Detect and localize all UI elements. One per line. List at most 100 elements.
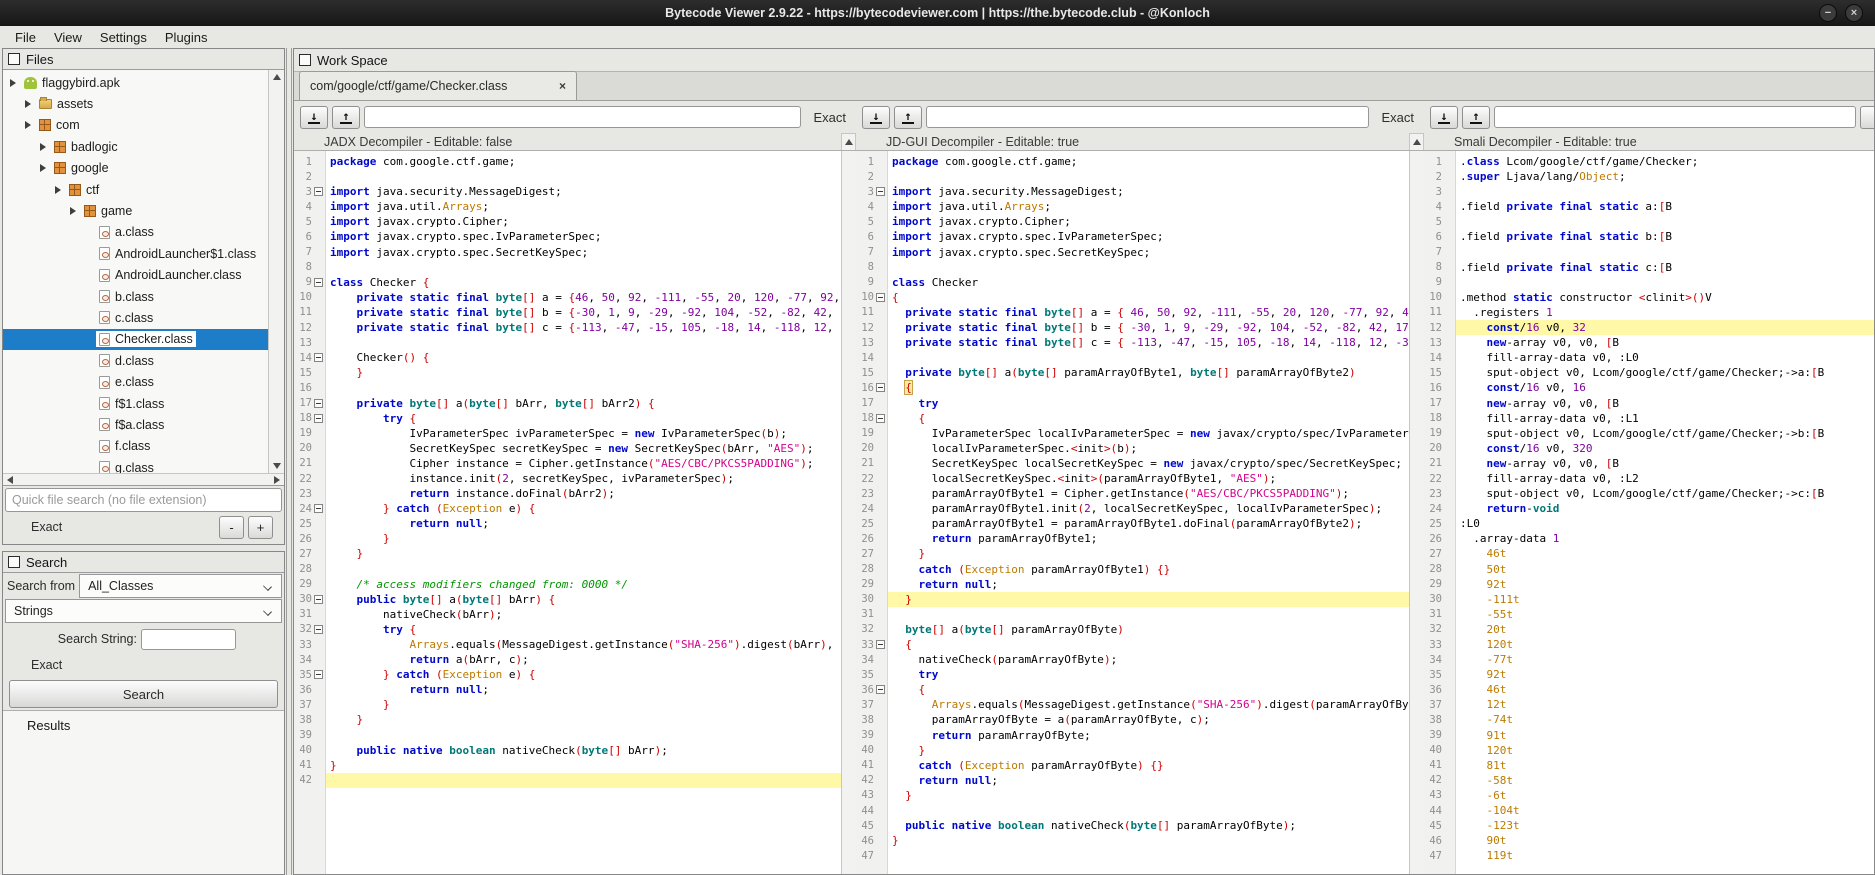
tree-item-f-class[interactable]: f.class <box>3 436 268 457</box>
scroll-left-icon[interactable] <box>7 476 13 484</box>
detach-panel-icon[interactable] <box>8 53 20 65</box>
scroll-right-icon[interactable] <box>274 476 280 484</box>
expand-arrow-icon[interactable] <box>40 164 46 172</box>
code-line[interactable]: fill-array-data v0, :L0 <box>1456 350 1874 365</box>
jdgui-scrollbar[interactable] <box>1409 151 1424 874</box>
tree-item-e-class[interactable]: e.class <box>3 371 268 392</box>
code-line[interactable]: return-void <box>1456 501 1874 516</box>
code-line[interactable]: return paramArrayOfByte; <box>888 728 1409 743</box>
jadx-search-input[interactable] <box>364 106 801 128</box>
tree-item-flaggybird-apk[interactable]: flaggybird.apk <box>3 72 268 93</box>
smali-code[interactable]: .class Lcom/google/ctf/game/Checker;.sup… <box>1456 151 1874 874</box>
detach-panel-icon[interactable] <box>299 54 311 66</box>
code-line[interactable]: sput-object v0, Lcom/google/ctf/game/Che… <box>1456 426 1874 441</box>
code-line[interactable]: public byte[] a(byte[] bArr) { <box>326 592 841 607</box>
code-line[interactable] <box>326 562 841 577</box>
code-line[interactable] <box>326 335 841 350</box>
jadx-exact-checkbox[interactable]: Exact <box>813 110 846 125</box>
code-line[interactable]: import java.util.Arrays; <box>888 199 1409 214</box>
code-line[interactable]: } <box>326 365 841 380</box>
code-line[interactable]: return paramArrayOfByte1; <box>888 531 1409 546</box>
scroll-down-icon[interactable] <box>273 463 281 469</box>
code-line[interactable]: } <box>888 592 1409 607</box>
scroll-up-icon[interactable] <box>841 133 856 150</box>
tree-item-d-class[interactable]: d.class <box>3 350 268 371</box>
code-line[interactable] <box>888 169 1409 184</box>
search-exact-checkbox[interactable]: Exact <box>31 658 62 672</box>
scroll-up-icon[interactable] <box>1409 133 1424 150</box>
code-line[interactable]: localIvParameterSpec.<init>(b); <box>888 441 1409 456</box>
code-line[interactable]: 92t <box>1456 577 1874 592</box>
code-line[interactable]: 92t <box>1456 667 1874 682</box>
tree-item-f-1-class[interactable]: f$1.class <box>3 393 268 414</box>
code-line[interactable]: paramArrayOfByte1.init(2, localSecretKey… <box>888 501 1409 516</box>
code-line[interactable]: .array-data 1 <box>1456 531 1874 546</box>
code-line[interactable]: nativeCheck(bArr); <box>326 607 841 622</box>
scroll-up-icon[interactable] <box>273 74 281 80</box>
fold-icon[interactable] <box>876 685 885 694</box>
code-line[interactable]: new-array v0, v0, [B <box>1456 396 1874 411</box>
code-line[interactable]: 12t <box>1456 697 1874 712</box>
code-line[interactable]: package com.google.ctf.game; <box>888 154 1409 169</box>
jdgui-exact-checkbox[interactable]: Exact <box>1381 110 1414 125</box>
code-line[interactable]: } <box>326 697 841 712</box>
code-line[interactable]: const/16 v0, 16 <box>1456 380 1874 395</box>
expand-arrow-icon[interactable] <box>25 121 31 129</box>
fold-icon[interactable] <box>314 399 323 408</box>
code-line[interactable]: .field private final static a:[B <box>1456 199 1874 214</box>
fold-icon[interactable] <box>876 293 885 302</box>
code-line[interactable]: private static final byte[] b = { -30, 1… <box>888 320 1409 335</box>
code-line[interactable]: public native boolean nativeCheck(byte[]… <box>326 743 841 758</box>
code-line[interactable]: } <box>326 758 841 773</box>
code-line[interactable]: } <box>888 788 1409 803</box>
fold-icon[interactable] <box>314 414 323 423</box>
code-line[interactable]: .field private final static b:[B <box>1456 229 1874 244</box>
code-line[interactable]: private byte[] a(byte[] paramArrayOfByte… <box>888 365 1409 380</box>
jdgui-code[interactable]: package com.google.ctf.game; import java.… <box>888 151 1409 874</box>
files-exact-checkbox[interactable]: Exact <box>31 520 62 534</box>
code-line[interactable]: -55t <box>1456 607 1874 622</box>
code-line[interactable]: { <box>888 411 1409 426</box>
tree-item-androidlauncher-class[interactable]: AndroidLauncher.class <box>3 265 268 286</box>
code-line[interactable]: try <box>888 396 1409 411</box>
code-line[interactable]: } <box>326 712 841 727</box>
code-line[interactable] <box>326 260 841 275</box>
tree-item-c-class[interactable]: c.class <box>3 307 268 328</box>
code-line[interactable]: fill-array-data v0, :L2 <box>1456 471 1874 486</box>
code-line[interactable]: return null; <box>888 577 1409 592</box>
code-line[interactable]: private static final byte[] c = { -113, … <box>888 335 1409 350</box>
upload-button[interactable]: ↑ <box>1462 106 1490 129</box>
code-line[interactable]: import java.security.MessageDigest; <box>326 184 841 199</box>
code-line[interactable]: byte[] a(byte[] paramArrayOfByte) <box>888 622 1409 637</box>
code-line[interactable]: Cipher instance = Cipher.getInstance("AE… <box>326 456 841 471</box>
code-line[interactable]: return null; <box>888 773 1409 788</box>
tab-close-icon[interactable]: × <box>559 79 566 93</box>
code-line[interactable]: import java.util.Arrays; <box>326 199 841 214</box>
code-line[interactable]: -74t <box>1456 712 1874 727</box>
expand-arrow-icon[interactable] <box>40 143 46 151</box>
code-line[interactable]: .method static constructor <clinit>()V <box>1456 290 1874 305</box>
search-string-input[interactable] <box>141 629 236 650</box>
code-line[interactable]: -104t <box>1456 803 1874 818</box>
tree-item-a-class[interactable]: a.class <box>3 222 268 243</box>
tree-item-androidlauncher-1-class[interactable]: AndroidLauncher$1.class <box>3 243 268 264</box>
code-line[interactable]: private static final byte[] a = { 46, 50… <box>888 305 1409 320</box>
code-line[interactable]: import java.security.MessageDigest; <box>888 184 1409 199</box>
code-line[interactable]: paramArrayOfByte = a(paramArrayOfByte, c… <box>888 712 1409 727</box>
menu-settings[interactable]: Settings <box>91 28 156 47</box>
tree-item-assets[interactable]: assets <box>3 93 268 114</box>
code-line[interactable]: 120t <box>1456 637 1874 652</box>
menu-view[interactable]: View <box>45 28 91 47</box>
fold-icon[interactable] <box>314 278 323 287</box>
code-line[interactable]: class Checker { <box>326 275 841 290</box>
tree-item-g-class[interactable]: g.class <box>3 457 268 473</box>
code-line[interactable]: 91t <box>1456 728 1874 743</box>
code-line[interactable]: try { <box>326 411 841 426</box>
code-line[interactable] <box>1456 275 1874 290</box>
title-bar[interactable]: Bytecode Viewer 2.9.22 - https://bytecod… <box>0 0 1875 26</box>
code-line[interactable]: } <box>888 743 1409 758</box>
code-line[interactable]: .class Lcom/google/ctf/game/Checker; <box>1456 154 1874 169</box>
expand-arrow-icon[interactable] <box>10 79 16 87</box>
upload-button[interactable]: ↑ <box>894 106 922 129</box>
code-line[interactable]: /* access modifiers changed from: 0000 *… <box>326 577 841 592</box>
